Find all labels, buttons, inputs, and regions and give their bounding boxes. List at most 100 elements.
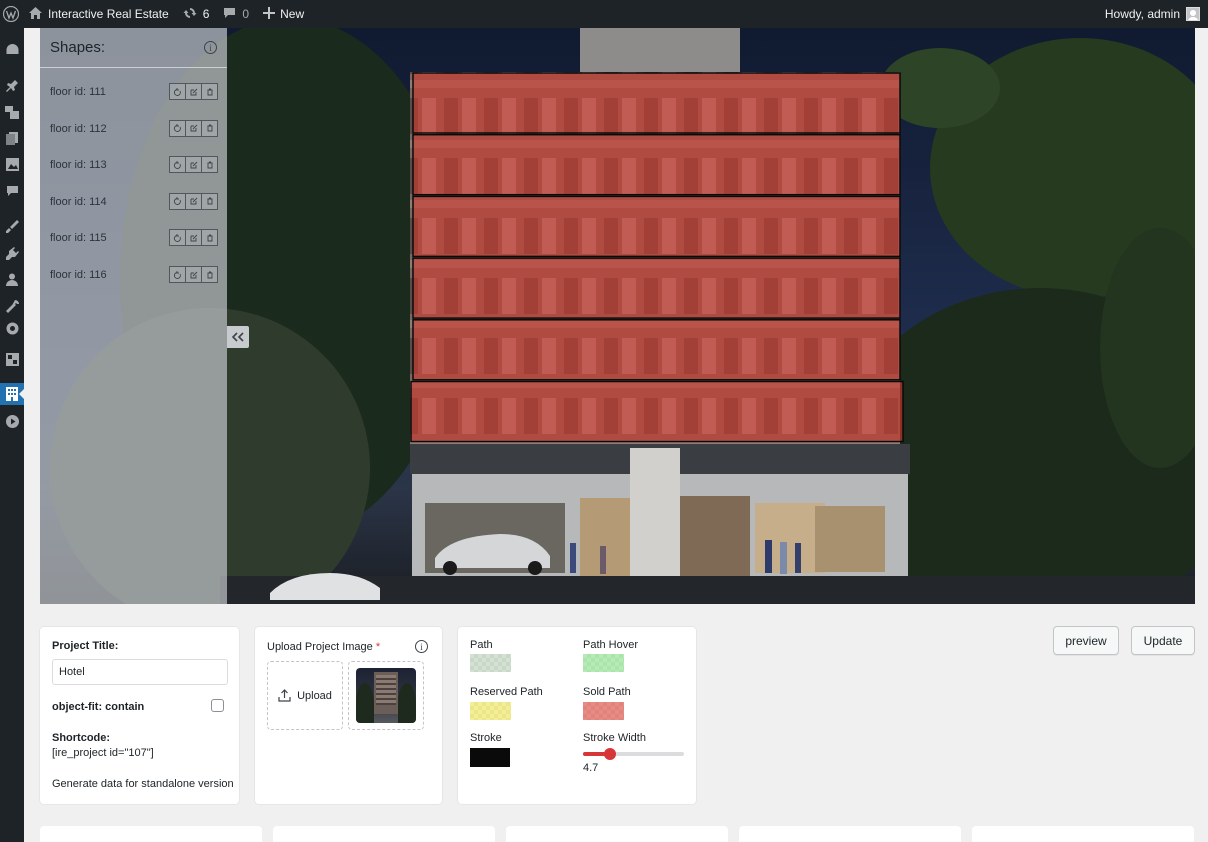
delete-icon[interactable] <box>201 119 218 137</box>
new-label: New <box>280 7 305 21</box>
play-icon[interactable] <box>0 410 24 432</box>
posts-icon[interactable] <box>0 74 24 96</box>
stroke-width-slider-thumb[interactable] <box>604 748 617 760</box>
object-fit-checkbox[interactable] <box>211 699 224 712</box>
comments-icon[interactable] <box>0 180 24 202</box>
shape-item[interactable]: floor id: 115 <box>40 227 227 249</box>
refresh-icon[interactable] <box>169 266 186 283</box>
edit-icon[interactable] <box>185 192 202 210</box>
edit-icon[interactable] <box>185 266 202 283</box>
shortcode-label: Shortcode: <box>52 732 111 744</box>
bottom-card-1 <box>40 826 262 842</box>
shape-item-actions <box>169 229 218 247</box>
shape-item[interactable]: floor id: 111 <box>40 81 227 103</box>
info-icon[interactable]: i <box>204 41 217 54</box>
edit-icon[interactable] <box>185 156 202 174</box>
delete-icon[interactable] <box>201 83 218 100</box>
comments-count: 0 <box>242 7 250 21</box>
site-name-link[interactable]: Interactive Real Estate <box>22 0 176 28</box>
floor-shape[interactable] <box>412 319 901 381</box>
collapse-panel-button[interactable] <box>227 326 249 348</box>
stroke-width-slider[interactable] <box>583 748 684 760</box>
refresh-icon[interactable] <box>169 229 186 247</box>
comments-link[interactable]: 0 <box>216 0 256 28</box>
delete-icon[interactable] <box>201 156 218 174</box>
shape-item[interactable]: floor id: 112 <box>40 118 227 140</box>
pages-icon[interactable] <box>0 127 24 149</box>
double-chevron-left-icon <box>232 332 244 342</box>
home-icon <box>29 6 42 22</box>
edit-icon[interactable] <box>185 83 202 100</box>
refresh-icon[interactable] <box>169 119 186 137</box>
colors-card: Path Path Hover Reserved Path Sold Path … <box>458 627 696 804</box>
shape-item-label: floor id: 114 <box>50 195 107 208</box>
shape-item[interactable]: floor id: 116 <box>40 264 227 286</box>
tools-icon[interactable] <box>0 295 24 317</box>
stroke-width-label: Stroke Width <box>583 732 646 744</box>
shape-editor-canvas[interactable]: Shapes: i floor id: 111 floor id: 112 floo… <box>40 28 1195 604</box>
project-title-label: Project Title: <box>52 640 119 652</box>
account-menu[interactable]: Howdy, admin <box>1098 0 1208 28</box>
floor-shape[interactable] <box>412 72 901 134</box>
shape-item[interactable]: floor id: 114 <box>40 191 227 213</box>
upload-button[interactable]: Upload <box>267 661 343 730</box>
object-fit-label: object-fit: contain <box>52 701 145 713</box>
refresh-icon[interactable] <box>169 192 186 210</box>
upload-icon <box>278 689 291 702</box>
shape-item-label: floor id: 112 <box>50 122 107 135</box>
users-icon[interactable] <box>0 268 24 290</box>
new-content-link[interactable]: New <box>256 0 311 28</box>
appearance-icon[interactable] <box>0 215 24 237</box>
path-hover-color-swatch[interactable] <box>583 654 624 672</box>
interactive-real-estate-icon[interactable] <box>0 383 24 405</box>
comment-icon <box>223 7 236 22</box>
shape-item-label: floor id: 113 <box>50 159 107 172</box>
upload-label: Upload Project Image * <box>267 641 380 653</box>
path-color-swatch[interactable] <box>470 654 511 672</box>
floor-shape[interactable] <box>410 380 904 443</box>
thumbnail-image <box>356 668 416 723</box>
delete-icon[interactable] <box>201 266 218 283</box>
plugins-icon[interactable] <box>0 242 24 264</box>
bottom-card-3 <box>506 826 728 842</box>
edit-icon[interactable] <box>185 229 202 247</box>
generate-standalone-link[interactable]: Generate data for standalone version <box>52 778 234 790</box>
floor-shape[interactable] <box>412 133 901 196</box>
settings-icon[interactable] <box>0 317 24 339</box>
upload-info-icon[interactable]: i <box>415 640 428 653</box>
media-icon[interactable] <box>0 101 24 123</box>
project-title-input[interactable]: Hotel <box>52 659 228 685</box>
admin-menu <box>0 28 24 842</box>
howdy-text: Howdy, admin <box>1104 7 1180 21</box>
upload-button-label: Upload <box>297 689 332 702</box>
floor-shape[interactable] <box>412 257 901 319</box>
sold-path-label: Sold Path <box>583 686 631 698</box>
blocks-icon[interactable] <box>0 348 24 370</box>
edit-icon[interactable] <box>185 119 202 137</box>
refresh-icon[interactable] <box>169 156 186 174</box>
dashboard-icon[interactable] <box>0 38 24 60</box>
shape-item-label: floor id: 111 <box>50 86 106 98</box>
reserved-path-color-swatch[interactable] <box>470 702 511 720</box>
wordpress-logo-icon[interactable] <box>0 0 22 28</box>
stroke-color-swatch[interactable] <box>470 748 510 767</box>
shapes-panel: Shapes: i floor id: 111 floor id: 112 floo… <box>40 28 227 604</box>
shapes-title: Shapes: <box>50 39 106 56</box>
upload-label-text: Upload Project Image <box>267 641 373 653</box>
preview-button[interactable]: preview <box>1053 626 1119 655</box>
project-image-thumbnail[interactable] <box>348 661 424 730</box>
delete-icon[interactable] <box>201 192 218 210</box>
delete-icon[interactable] <box>201 229 218 247</box>
shape-item-actions <box>169 266 218 283</box>
shape-item-actions <box>169 192 218 210</box>
gallery-icon[interactable] <box>0 153 24 175</box>
shape-item-actions <box>169 156 218 174</box>
floor-shape[interactable] <box>412 195 901 258</box>
updates-icon <box>183 6 197 23</box>
updates-link[interactable]: 6 <box>176 0 217 28</box>
sold-path-color-swatch[interactable] <box>583 702 624 720</box>
shortcode-value: [ire_project id="107"] <box>52 747 154 759</box>
refresh-icon[interactable] <box>169 83 186 100</box>
shape-item[interactable]: floor id: 113 <box>40 154 227 176</box>
update-button[interactable]: Update <box>1131 626 1195 655</box>
